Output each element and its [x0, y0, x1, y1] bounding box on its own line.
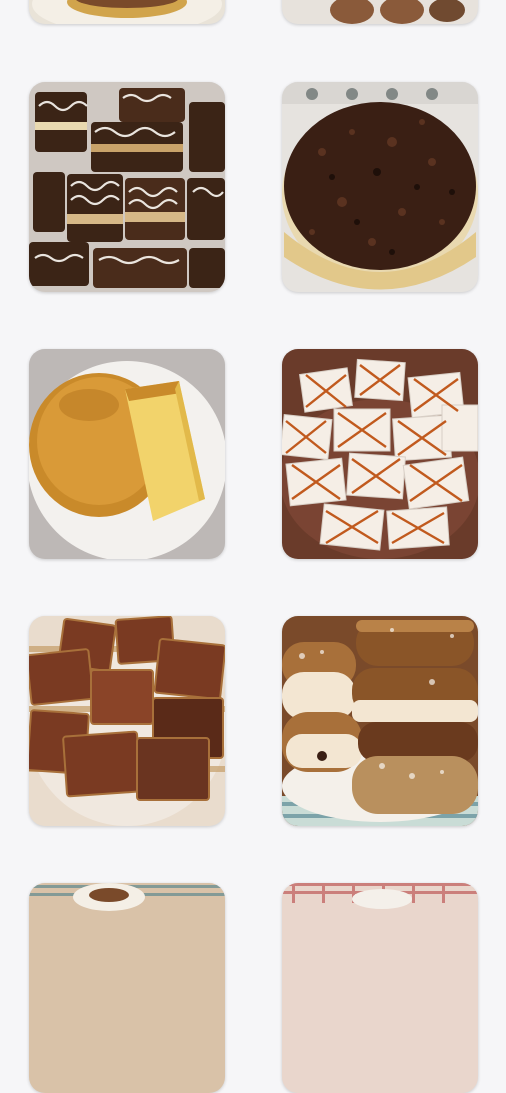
gallery-item-8[interactable] — [282, 616, 478, 826]
gallery-item-3[interactable] — [29, 82, 225, 292]
gallery-item-2[interactable] — [282, 0, 478, 24]
dessert-photo — [282, 616, 478, 826]
dessert-photo — [282, 883, 478, 1093]
dessert-photo — [282, 0, 478, 24]
gallery-item-1[interactable] — [29, 0, 225, 24]
gallery-item-10[interactable] — [282, 883, 478, 1093]
dessert-photo — [29, 82, 225, 292]
dessert-photo — [29, 616, 225, 826]
gallery-item-6[interactable] — [282, 349, 478, 559]
dessert-photo — [282, 349, 478, 559]
dessert-photo — [282, 82, 478, 292]
gallery-item-7[interactable] — [29, 616, 225, 826]
dessert-photo — [29, 0, 225, 24]
gallery-item-4[interactable] — [282, 82, 478, 292]
gallery-item-5[interactable] — [29, 349, 225, 559]
image-gallery-grid — [0, 0, 506, 1093]
gallery-item-9[interactable] — [29, 883, 225, 1093]
dessert-photo — [29, 349, 225, 559]
dessert-photo — [29, 883, 225, 1093]
